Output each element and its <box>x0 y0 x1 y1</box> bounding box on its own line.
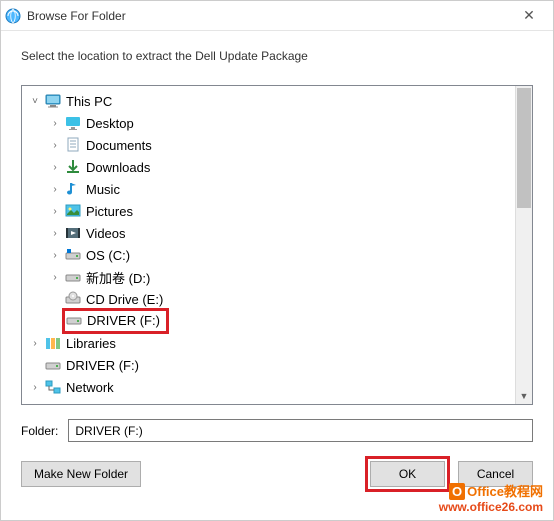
tree-item-driver-root[interactable]: › DRIVER (F:) <box>22 354 532 376</box>
desktop-icon <box>64 114 82 132</box>
tree-item-this-pc[interactable]: ˅ This PC <box>22 90 532 112</box>
tree-label: DRIVER (F:) <box>66 358 139 373</box>
scroll-thumb[interactable] <box>517 88 531 208</box>
tree-label: Videos <box>86 226 126 241</box>
watermark-url: www.office26.com <box>439 500 543 514</box>
tree-label: Music <box>86 182 120 197</box>
tree-label: OS (C:) <box>86 248 130 263</box>
tree-item-pictures[interactable]: › Pictures <box>22 200 532 222</box>
ok-button[interactable]: OK <box>370 461 445 487</box>
pc-icon <box>44 92 62 110</box>
chevron-down-icon[interactable]: ˅ <box>28 94 42 108</box>
make-new-folder-button[interactable]: Make New Folder <box>21 461 141 487</box>
network-icon <box>44 378 62 396</box>
music-icon <box>64 180 82 198</box>
tree-label: Libraries <box>66 336 116 351</box>
dialog-title: Browse For Folder <box>27 9 509 23</box>
tree-label: Network <box>66 380 114 395</box>
drive-icon <box>65 311 83 329</box>
tree-item-videos[interactable]: › Videos <box>22 222 532 244</box>
tree-label: CD Drive (E:) <box>86 292 163 307</box>
tree-item-cd-drive-e[interactable]: › CD Drive (E:) <box>22 288 532 310</box>
folder-label: Folder: <box>21 424 58 438</box>
tree-label: This PC <box>66 94 112 109</box>
chevron-right-icon[interactable]: › <box>48 138 62 152</box>
tree-item-driver-f[interactable]: › DRIVER (F:) <box>22 310 532 332</box>
folder-tree-box: ˅ This PC › Desktop › Doc <box>21 85 533 405</box>
tree-label: Documents <box>86 138 152 153</box>
tree-item-libraries[interactable]: › Libraries <box>22 332 532 354</box>
folder-input[interactable] <box>68 419 533 442</box>
chevron-right-icon[interactable]: › <box>28 380 42 394</box>
videos-icon <box>64 224 82 242</box>
cancel-button[interactable]: Cancel <box>458 461 533 487</box>
app-icon <box>5 8 21 24</box>
documents-icon <box>64 136 82 154</box>
close-button[interactable]: ✕ <box>509 2 549 30</box>
chevron-right-icon[interactable]: › <box>48 204 62 218</box>
libraries-icon <box>44 334 62 352</box>
tree-item-drive-d[interactable]: › 新加卷 (D:) <box>22 266 532 288</box>
tree-label: Pictures <box>86 204 133 219</box>
tree-item-downloads[interactable]: › Downloads <box>22 156 532 178</box>
chevron-right-icon[interactable]: › <box>48 182 62 196</box>
folder-row: Folder: <box>21 419 533 442</box>
scroll-down-icon[interactable]: ▼ <box>516 387 532 404</box>
tree-item-desktop[interactable]: › Desktop <box>22 112 532 134</box>
chevron-right-icon[interactable]: › <box>48 160 62 174</box>
tree-label: Desktop <box>86 116 134 131</box>
pictures-icon <box>64 202 82 220</box>
downloads-icon <box>64 158 82 176</box>
tree-item-os-c[interactable]: › OS (C:) <box>22 244 532 266</box>
titlebar: Browse For Folder ✕ <box>1 1 553 31</box>
drive-icon <box>64 268 82 286</box>
tree-label: 新加卷 (D:) <box>86 268 150 287</box>
scrollbar[interactable]: ▲ ▼ <box>515 86 532 404</box>
instruction-text: Select the location to extract the Dell … <box>1 31 553 75</box>
tree-item-network[interactable]: › Network <box>22 376 532 398</box>
tree-label: Downloads <box>86 160 150 175</box>
tree-item-music[interactable]: › Music <box>22 178 532 200</box>
cd-drive-icon <box>64 290 82 308</box>
chevron-right-icon[interactable]: › <box>48 270 62 284</box>
chevron-right-icon[interactable]: › <box>48 116 62 130</box>
tree-item-documents[interactable]: › Documents <box>22 134 532 156</box>
drive-icon <box>64 246 82 264</box>
chevron-right-icon[interactable]: › <box>48 248 62 262</box>
button-row: Make New Folder OK Cancel <box>21 456 533 492</box>
chevron-right-icon[interactable]: › <box>28 336 42 350</box>
drive-icon <box>44 356 62 374</box>
chevron-right-icon[interactable]: › <box>48 226 62 240</box>
tree-label: DRIVER (F:) <box>87 313 160 328</box>
browse-folder-dialog: Browse For Folder ✕ Select the location … <box>0 0 554 521</box>
folder-tree[interactable]: ˅ This PC › Desktop › Doc <box>22 86 532 404</box>
